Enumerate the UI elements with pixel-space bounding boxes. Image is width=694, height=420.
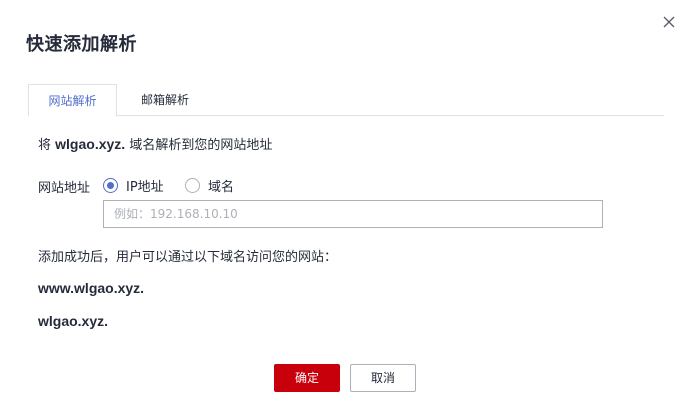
website-address-label: 网站地址 — [38, 181, 91, 196]
description-prefix: 将 — [38, 138, 52, 153]
confirm-button[interactable]: 确定 — [274, 364, 340, 392]
tab-website-resolution[interactable]: 网站解析 — [28, 84, 117, 117]
dialog-title: 快速添加解析 — [26, 34, 137, 55]
site-domain-root: wlgao.xyz. — [38, 313, 109, 329]
radio-ip-address-label: IP地址 — [126, 179, 164, 195]
success-info-text: 添加成功后，用户可以通过以下域名访问您的网站： — [38, 250, 338, 265]
radio-checked-icon[interactable] — [103, 177, 118, 193]
close-icon[interactable] — [659, 12, 679, 32]
radio-unchecked-icon[interactable] — [185, 177, 200, 193]
site-domain-www: www.wlgao.xyz. — [38, 280, 145, 296]
radio-domain-label: 域名 — [208, 179, 235, 195]
description-suffix: 域名解析到您的网站地址 — [129, 138, 273, 153]
radio-domain[interactable]: 域名 — [185, 175, 234, 195]
description-line: 将 wlgao.xyz. 域名解析到您的网站地址 — [38, 134, 272, 153]
cancel-button[interactable]: 取消 — [350, 364, 416, 392]
radio-ip-address[interactable]: IP地址 — [103, 175, 164, 195]
ip-address-input[interactable] — [103, 200, 603, 228]
description-domain: wlgao.xyz. — [55, 136, 126, 152]
tab-bar: 网站解析 邮箱解析 — [28, 84, 664, 117]
quick-add-resolution-dialog: 快速添加解析 网站解析 邮箱解析 将 wlgao.xyz. 域名解析到您的网站地… — [0, 0, 694, 420]
tab-mail-resolution[interactable]: 邮箱解析 — [117, 84, 213, 117]
